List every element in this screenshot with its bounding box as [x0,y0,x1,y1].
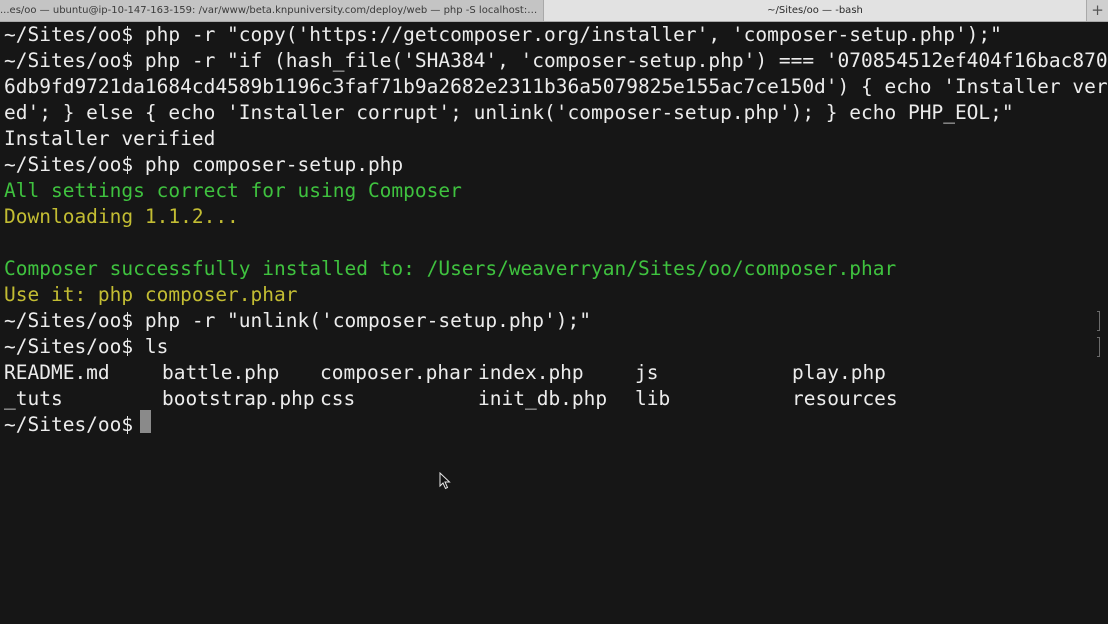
text-cursor [140,410,151,433]
terminal-line: Use it: php composer.phar [4,283,298,306]
ls-entry-directory: lib [635,387,671,410]
ls-entry-file: bootstrap.php [162,387,315,410]
tab-local-bash[interactable]: ~/Sites/oo — -bash [544,0,1086,21]
terminal-line: Installer verified [4,127,216,150]
ls-entry-directory: css [320,387,356,410]
ls-entry-directory: _tuts [4,387,63,410]
ls-entry-executable: composer.phar [320,361,473,384]
terminal-line: ~/Sites/oo$ ls [4,335,169,358]
new-tab-button[interactable]: + [1086,0,1108,21]
terminal-line: Downloading 1.1.2... [4,205,239,228]
ls-entry-file: battle.php [162,361,280,384]
ls-entry-file: init_db.php [478,387,608,410]
terminal-line: All settings correct for using Composer [4,179,462,202]
ls-entry-directory: resources [792,387,898,410]
tab-remote-session[interactable]: ...es/oo — ubuntu@ip-10-147-163-159: /va… [0,0,544,21]
ls-entry-directory: js [635,361,659,384]
mark-indicator [1097,337,1100,357]
terminal-line: ed'; } else { echo 'Installer corrupt'; … [4,101,1014,124]
mouse-pointer-icon [439,472,451,490]
ls-entry-file: index.php [478,361,584,384]
ls-entry-file: README.md [4,361,110,384]
terminal-line: ~/Sites/oo$ php -r "if (hash_file('SHA38… [4,49,1108,72]
mark-indicator [1097,311,1100,331]
tab-bar: ...es/oo — ubuntu@ip-10-147-163-159: /va… [0,0,1108,22]
ls-entry-file: play.php [792,361,886,384]
current-prompt: ~/Sites/oo$ [4,413,134,436]
terminal-line: ~/Sites/oo$ php -r "copy('https://getcom… [4,23,1002,46]
terminal-line: Composer successfully installed to: /Use… [4,257,897,280]
terminal-line: 6db9fd9721da1684cd4589b1196c3faf71b9a268… [4,75,1108,98]
terminal-output[interactable]: ~/Sites/oo$ php -r "copy('https://getcom… [0,21,1108,624]
terminal-line: ~/Sites/oo$ php -r "unlink('composer-set… [4,309,591,332]
terminal-line: ~/Sites/oo$ php composer-setup.php [4,153,404,176]
